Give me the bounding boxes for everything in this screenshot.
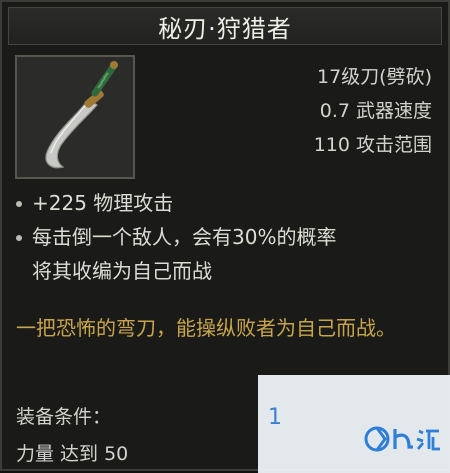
requirements-value: 力量 达到 50: [16, 443, 129, 465]
curved-blade-icon: [17, 57, 133, 177]
affix-text: +225 物理攻击: [32, 191, 174, 215]
bullet-icon: [16, 201, 22, 207]
flavor-text: 一把恐怖的弯刀，能操纵败者为自己而战。: [16, 316, 396, 340]
watermark-logo-icon: [364, 426, 440, 452]
weapon-type: 17级刀(劈砍): [316, 66, 432, 88]
item-name: 秘刃·狩猎者: [158, 14, 292, 43]
affix-text: 每击倒一个敌人，会有30%的概率 将其收编为自己而战: [32, 225, 337, 283]
weapon-stats: 17级刀(劈砍) 0.7 武器速度 110 攻击范围: [314, 60, 432, 162]
affix-list: +225 物理攻击 每击倒一个敌人，会有30%的概率 将其收编为自己而战: [14, 186, 444, 288]
attack-range: 110 攻击范围: [313, 134, 432, 156]
affix-item: 每击倒一个敌人，会有30%的概率 将其收编为自己而战: [14, 220, 444, 288]
weapon-speed: 0.7 武器速度: [319, 100, 432, 122]
requirements-header: 装备条件：: [16, 406, 112, 428]
watermark-overlay: 1: [258, 375, 450, 473]
title-bar: 秘刃·狩猎者: [8, 7, 442, 45]
bullet-icon: [16, 235, 22, 241]
item-icon-frame: [15, 55, 135, 179]
watermark-fragment: 1: [268, 405, 282, 430]
item-tooltip: 秘刃·狩猎者 17级刀(劈砍) 0.7 武器速度 110 攻击范围 +225 物…: [0, 0, 450, 473]
affix-item: +225 物理攻击: [14, 186, 444, 220]
